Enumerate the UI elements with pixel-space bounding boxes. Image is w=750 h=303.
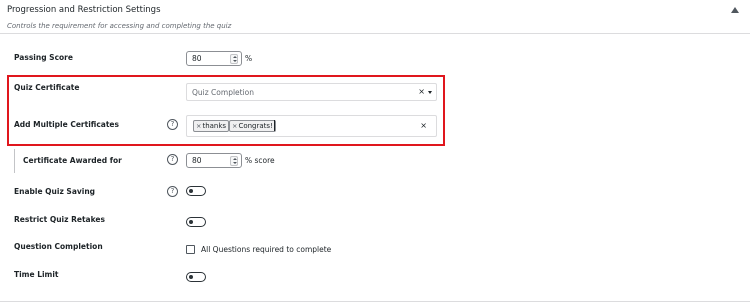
certificate-awarded-label: Certificate Awarded for [23,156,122,165]
tag-remove-icon[interactable]: × [196,122,201,130]
spinner-icon[interactable] [230,54,238,64]
tag-label: Congrats! [238,122,273,130]
spinner-icon[interactable] [230,156,238,166]
panel-title: Progression and Restriction Settings [7,5,161,15]
toggle-knob [189,188,193,193]
time-limit-label: Time Limit [14,270,59,279]
progression-settings-panel: Progression and Restriction Settings Con… [0,0,750,303]
enable-quiz-saving-toggle[interactable] [186,186,206,196]
restrict-quiz-retakes-toggle[interactable] [186,217,206,227]
certificate-tag: ×Congrats! [229,120,276,132]
passing-score-suffix: % [245,54,253,63]
passing-score-input[interactable]: 80 [186,51,242,66]
panel-header[interactable]: Progression and Restriction Settings Con… [0,0,750,34]
chevron-up-icon[interactable] [730,6,740,14]
certificate-awarded-value: 80 [192,156,202,165]
certificate-awarded-suffix: % score [245,156,275,165]
quiz-certificate-selected: Quiz Completion [192,88,255,97]
close-icon[interactable]: × [418,87,425,96]
question-completion-checkbox[interactable] [186,245,195,254]
multiple-certificates-label: Add Multiple Certificates [14,120,119,129]
tag-label: thanks [202,122,227,130]
close-icon[interactable]: × [420,121,427,130]
passing-score-label: Passing Score [14,53,73,62]
toggle-knob [189,274,193,279]
question-completion-label: Question Completion [14,242,103,251]
quiz-certificate-label: Quiz Certificate [14,83,80,92]
restrict-quiz-retakes-label: Restrict Quiz Retakes [14,215,105,224]
toggle-knob [189,219,193,224]
help-icon[interactable]: ? [167,186,178,197]
certificate-awarded-input[interactable]: 80 [186,153,242,168]
certificate-tag: ×thanks [193,120,230,132]
tag-remove-icon[interactable]: × [232,122,237,130]
bottom-divider [0,301,750,302]
multiple-certificates-select[interactable]: ×thanks ×Congrats! × [186,115,437,137]
panel-subtitle: Controls the requirement for accessing a… [7,22,232,30]
quiz-certificate-select[interactable]: Quiz Completion × [186,83,437,101]
time-limit-toggle[interactable] [186,272,206,282]
indent-line [14,149,15,173]
enable-quiz-saving-label: Enable Quiz Saving [14,187,96,196]
help-icon[interactable]: ? [167,154,178,165]
text-cursor [274,120,275,131]
caret-down-icon[interactable] [428,91,432,94]
question-completion-checkbox-label: All Questions required to complete [201,245,332,254]
passing-score-value: 80 [192,54,202,63]
help-icon[interactable]: ? [167,119,178,130]
